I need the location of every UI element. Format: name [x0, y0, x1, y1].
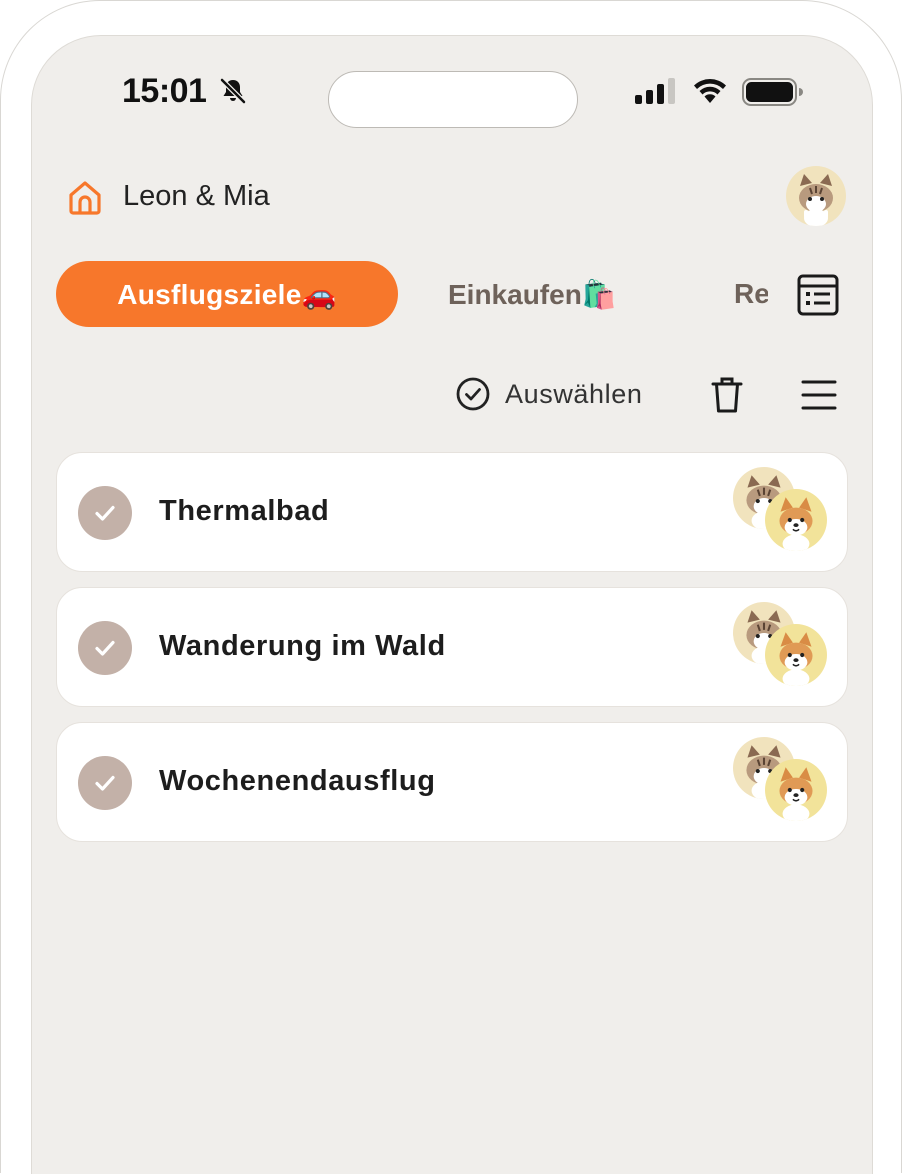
wifi-icon — [694, 79, 726, 103]
space-title[interactable]: Leon & Mia — [123, 180, 270, 213]
item-title: Wanderung im Wald — [159, 630, 446, 662]
dog-avatar — [765, 624, 827, 686]
select-label: Auswählen — [505, 378, 643, 409]
checkmark-icon — [95, 505, 115, 521]
assignee-avatars — [733, 737, 833, 827]
item-list: Thermalbad Wanderung im Wald Wochenendau… — [56, 452, 850, 857]
dog-avatar — [765, 489, 827, 551]
checkmark-icon — [95, 775, 115, 791]
list-item[interactable]: Wanderung im Wald — [56, 587, 848, 707]
complete-toggle[interactable] — [78, 756, 132, 810]
app-screen: 15:01 Leon & Mia Ausflugsziele🚗 Einkaufe… — [31, 35, 873, 1174]
cat-avatar-icon — [799, 174, 833, 226]
tab-overflow-clip: Re — [734, 261, 768, 327]
trash-icon[interactable] — [709, 375, 745, 415]
assignee-avatars — [733, 467, 833, 557]
dog-avatar-icon — [779, 767, 813, 821]
dog-avatar-icon — [779, 497, 813, 551]
dog-avatar-icon — [779, 632, 813, 686]
tab-einkaufen[interactable]: Einkaufen🛍️ — [448, 261, 617, 327]
dog-avatar — [765, 759, 827, 821]
list-item[interactable]: Wochenendausflug — [56, 722, 848, 842]
dynamic-island — [328, 71, 578, 128]
status-bar: 15:01 — [32, 36, 872, 146]
checkmark-icon — [95, 640, 115, 656]
home-icon[interactable] — [66, 178, 104, 216]
tab-partial[interactable]: Re — [734, 261, 768, 327]
check-circle-icon — [456, 377, 490, 411]
select-button[interactable]: Auswählen — [455, 376, 643, 412]
tab-ausflugsziele[interactable]: Ausflugsziele🚗 — [56, 261, 398, 327]
battery-icon — [742, 78, 803, 106]
bell-slash-icon — [220, 78, 246, 104]
status-time: 15:01 — [122, 72, 207, 110]
complete-toggle[interactable] — [78, 486, 132, 540]
item-title: Thermalbad — [159, 495, 330, 527]
complete-toggle[interactable] — [78, 621, 132, 675]
menu-icon[interactable] — [800, 377, 838, 413]
signal-icon — [635, 78, 675, 104]
space-header: Leon & Mia — [32, 166, 872, 226]
category-tabs: Ausflugsziele🚗 Einkaufen🛍️ Re — [32, 261, 872, 327]
list-item[interactable]: Thermalbad — [56, 452, 848, 572]
list-toolbar: Auswählen — [32, 371, 872, 421]
profile-avatar[interactable] — [786, 166, 846, 226]
list-view-icon[interactable] — [796, 273, 840, 317]
item-title: Wochenendausflug — [159, 765, 436, 797]
phone-frame: 15:01 Leon & Mia Ausflugsziele🚗 Einkaufe… — [0, 0, 902, 1174]
assignee-avatars — [733, 602, 833, 692]
